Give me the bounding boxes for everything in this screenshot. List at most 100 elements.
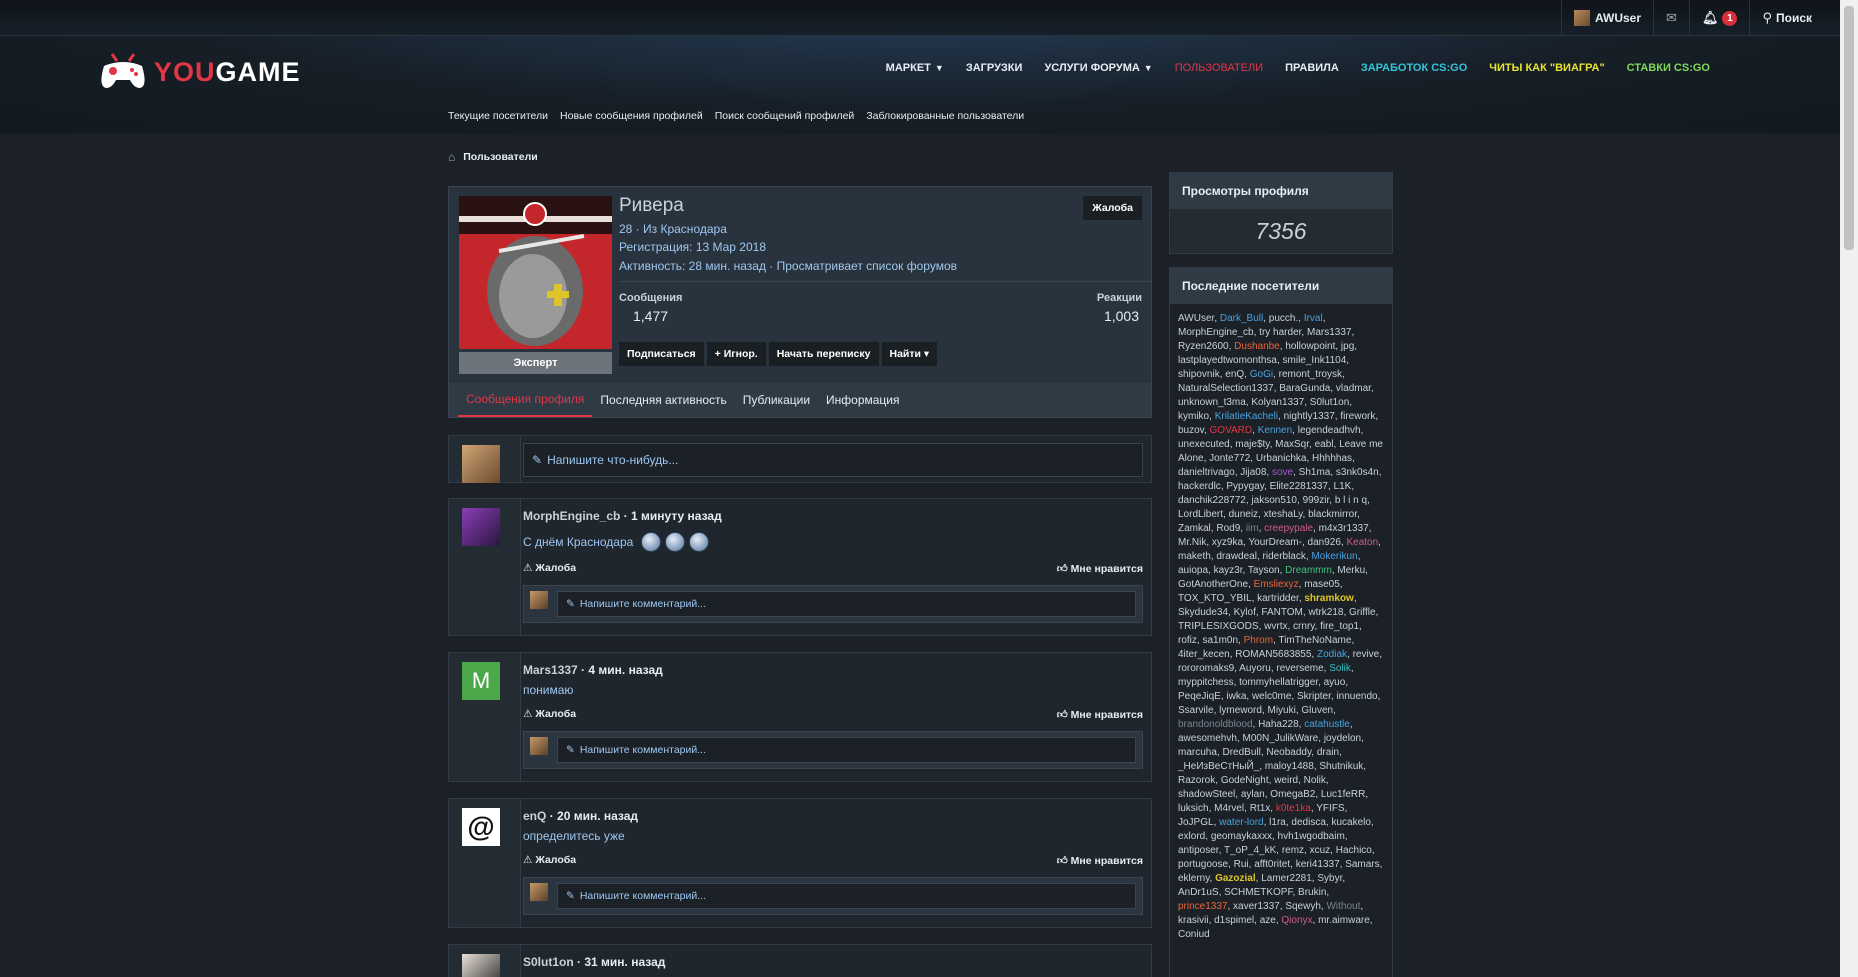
visitor-link[interactable]: hackerdlc	[1178, 481, 1221, 492]
visitor-link[interactable]: Hachico	[1336, 845, 1372, 856]
visitor-link[interactable]: MaxSqr	[1275, 439, 1309, 450]
visitor-link[interactable]: Razorok	[1178, 775, 1215, 786]
visitor-link[interactable]: blackmirror	[1308, 509, 1357, 520]
visitor-link[interactable]: exlord	[1178, 831, 1205, 842]
visitor-link[interactable]: legendeadhvh	[1298, 425, 1361, 436]
visitor-link[interactable]: water-lord	[1219, 817, 1263, 828]
visitor-link[interactable]: Nolik	[1304, 775, 1326, 786]
visitor-link[interactable]: L1K	[1334, 481, 1352, 492]
visitor-link[interactable]: enQ	[1225, 369, 1244, 380]
visitor-link[interactable]: Dreammm	[1285, 565, 1332, 576]
visitor-link[interactable]: afft0ritet	[1254, 859, 1290, 870]
visitor-link[interactable]: Zodiak	[1317, 649, 1347, 660]
visitor-link[interactable]: revive	[1353, 649, 1380, 660]
visitor-link[interactable]: l1ra	[1269, 817, 1286, 828]
visitor-link[interactable]: Mokerikun	[1311, 551, 1357, 562]
visitor-link[interactable]: vladmar	[1336, 383, 1371, 394]
visitor-link[interactable]: FANTOM	[1261, 607, 1302, 618]
visitor-link[interactable]: Pypygay	[1226, 481, 1264, 492]
subnav-banned-users[interactable]: Заблокированные пользователи	[866, 110, 1024, 122]
post-avatar[interactable]: @	[462, 808, 500, 846]
visitor-link[interactable]: iwka	[1226, 691, 1246, 702]
post-time[interactable]: 31 мин. назад	[584, 955, 665, 969]
visitor-link[interactable]: Auyoru	[1239, 663, 1271, 674]
visitor-link[interactable]: danchik228772	[1178, 495, 1246, 506]
visitor-link[interactable]: innuendo	[1336, 691, 1377, 702]
visitor-link[interactable]: Sybyr	[1317, 873, 1342, 884]
visitor-link[interactable]: kartridder	[1257, 593, 1299, 604]
visitor-link[interactable]: TRIPLESIXGODS	[1178, 621, 1259, 632]
visitor-link[interactable]: k0te1ka	[1276, 803, 1311, 814]
visitor-link[interactable]: M00N_JulikWare	[1242, 733, 1318, 744]
visitor-link[interactable]: drawdeal	[1216, 551, 1257, 562]
comment-input[interactable]: ✎ Напишите комментарий...	[557, 737, 1136, 763]
like-button[interactable]: 👍︎ Мне нравится	[1057, 708, 1143, 721]
visitor-link[interactable]: duneiz	[1229, 509, 1258, 520]
post-avatar[interactable]	[462, 508, 500, 546]
start-conversation-button[interactable]: Начать переписку	[768, 342, 879, 366]
user-menu[interactable]: AWUser	[1561, 0, 1653, 36]
visitor-link[interactable]: try harder	[1259, 327, 1301, 338]
post-author[interactable]: S0lut1on	[523, 955, 574, 969]
visitor-link[interactable]: shipovnik	[1178, 369, 1220, 380]
report-post-button[interactable]: ⚠ Жалоба	[523, 562, 576, 574]
visitor-link[interactable]: Dark_Bull	[1220, 313, 1263, 324]
report-post-button[interactable]: ⚠ Жалоба	[523, 708, 576, 720]
visitor-link[interactable]: AnDr1uS	[1178, 887, 1219, 898]
visitor-link[interactable]: Jonte772	[1209, 453, 1250, 464]
visitor-link[interactable]: hvh1wgodbaim	[1278, 831, 1345, 842]
visitor-link[interactable]: luksich	[1178, 803, 1209, 814]
tab-latest-activity[interactable]: Последняя активность	[592, 384, 734, 416]
visitor-link[interactable]: riderblack	[1263, 551, 1306, 562]
visitor-link[interactable]: Rod9	[1216, 523, 1240, 534]
visitor-link[interactable]: Jija08	[1240, 467, 1266, 478]
post-author[interactable]: Mars1337	[523, 663, 578, 677]
visitor-link[interactable]: Neobaddy	[1266, 747, 1311, 758]
reactions-value[interactable]: 1,003	[1104, 308, 1139, 324]
visitor-link[interactable]: kayz3r	[1214, 565, 1243, 576]
visitor-link[interactable]: Shutnikuk	[1319, 761, 1363, 772]
nav-downloads[interactable]: ЗАГРУЗКИ	[966, 62, 1023, 74]
visitor-link[interactable]: krasivii	[1178, 915, 1209, 926]
visitor-link[interactable]: Sqewyh	[1285, 901, 1321, 912]
comment-input[interactable]: ✎ Напишите комментарий...	[557, 883, 1136, 909]
visitor-link[interactable]: Keaton	[1346, 537, 1378, 548]
visitor-link[interactable]: Brukin	[1298, 887, 1326, 898]
visitor-link[interactable]: awesomehvh	[1178, 733, 1237, 744]
nav-market[interactable]: МАРКЕТ ▼	[886, 62, 944, 74]
visitor-link[interactable]: sove	[1272, 467, 1293, 478]
ignore-button[interactable]: + Игнор.	[706, 342, 766, 366]
visitor-link[interactable]: marcuha	[1178, 747, 1217, 758]
visitor-link[interactable]: Solik	[1329, 663, 1351, 674]
visitor-link[interactable]: Irval	[1304, 313, 1323, 324]
visitor-link[interactable]: GOVARD	[1210, 425, 1253, 436]
visitor-link[interactable]: NaturalSelection1337	[1178, 383, 1274, 394]
visitor-link[interactable]: Without	[1326, 901, 1360, 912]
visitor-link[interactable]: PeqeJiqE	[1178, 691, 1221, 702]
visitor-link[interactable]: smile_Ink1104	[1283, 355, 1347, 366]
visitor-link[interactable]: Mars1337	[1307, 327, 1351, 338]
visitor-link[interactable]: portugoose	[1178, 859, 1228, 870]
visitor-link[interactable]: Ryzen2600	[1178, 341, 1229, 352]
visitor-link[interactable]: maloy1488	[1265, 761, 1314, 772]
post-author[interactable]: MorphEngine_cb	[523, 509, 620, 523]
visitor-link[interactable]: d1spimel	[1214, 915, 1254, 926]
visitor-link[interactable]: GotAnotherOne	[1178, 579, 1248, 590]
visitor-link[interactable]: Haha228	[1258, 719, 1299, 730]
visitor-link[interactable]: Merku	[1337, 565, 1365, 576]
visitor-link[interactable]: KrilatieKacheli	[1215, 411, 1278, 422]
visitor-link[interactable]: joydelon	[1324, 733, 1361, 744]
visitor-link[interactable]: geomaykaxxx	[1211, 831, 1272, 842]
visitor-link[interactable]: Skripter	[1297, 691, 1331, 702]
visitor-link[interactable]: xcuz	[1310, 845, 1331, 856]
visitor-link[interactable]: Emsliexyz	[1254, 579, 1299, 590]
visitor-link[interactable]: Skydude34	[1178, 607, 1228, 618]
visitor-link[interactable]: shadowSteel	[1178, 789, 1235, 800]
visitor-link[interactable]: mase05	[1304, 579, 1340, 590]
find-menu-button[interactable]: Найти ▾	[881, 342, 938, 366]
follow-button[interactable]: Подписаться	[619, 342, 704, 366]
scrollbar-thumb[interactable]	[1844, 6, 1854, 250]
visitor-link[interactable]: SCHMETKOPF	[1224, 887, 1292, 898]
post-author[interactable]: enQ	[523, 809, 546, 823]
visitor-link[interactable]: T_oP_4_kK	[1224, 845, 1276, 856]
